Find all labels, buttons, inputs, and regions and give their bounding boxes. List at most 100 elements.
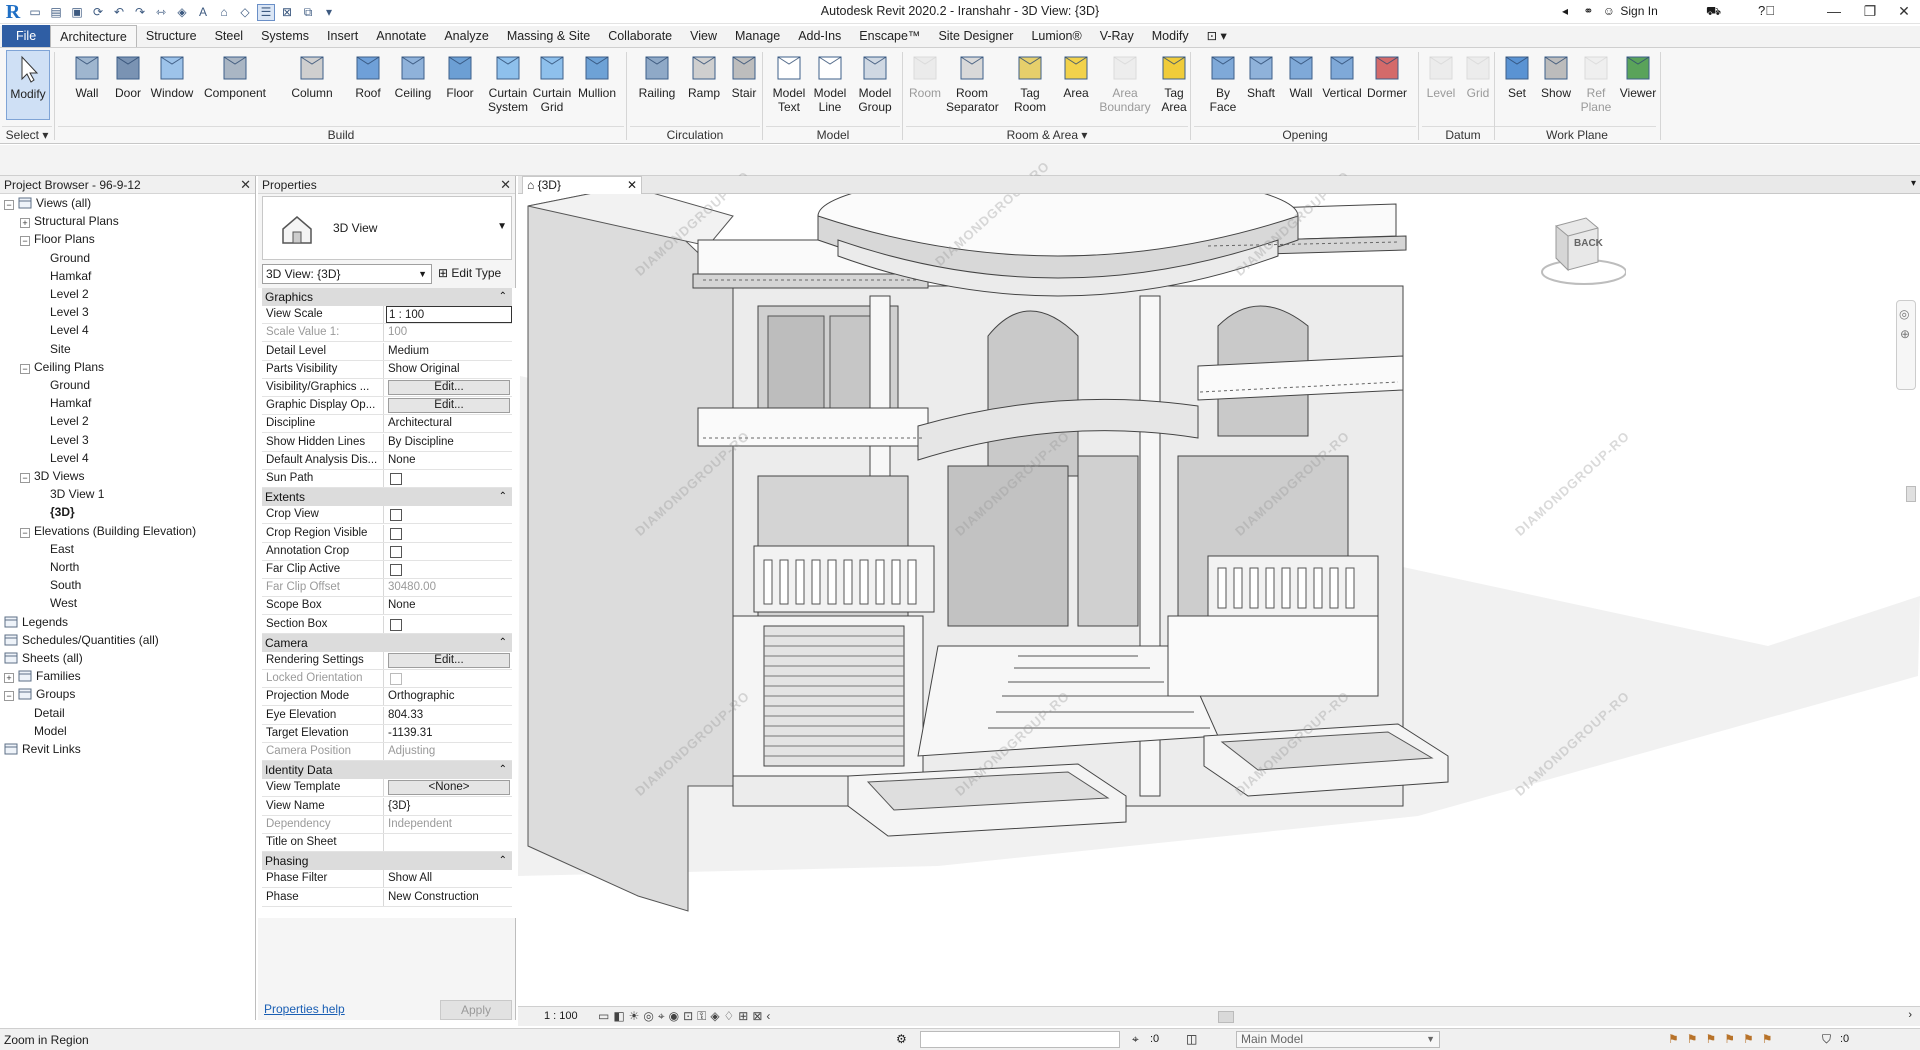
close-icon[interactable]: ✕ [500, 176, 511, 194]
browser-item[interactable]: West [36, 594, 77, 612]
collapse-icon[interactable]: ⌃ [499, 288, 507, 306]
vertical-tool[interactable]: Vertical [1322, 50, 1362, 124]
browser-item[interactable]: Model [20, 722, 67, 740]
sign-in-label[interactable]: Sign In [1620, 4, 1657, 18]
dormer-tool[interactable]: Dormer [1364, 50, 1410, 124]
property-value[interactable]: None [386, 452, 512, 469]
browser-item[interactable]: Detail [20, 704, 65, 722]
browser-item[interactable]: − Floor Plans [20, 230, 95, 248]
view-control-icons[interactable]: ▭◧☀◎⌖◉⊡⚿◈♢⊞⊠‹ [598, 1009, 774, 1024]
browser-item[interactable]: + Families [4, 667, 81, 685]
collapse-icon[interactable]: − [20, 527, 30, 538]
room-tool[interactable]: Room [906, 50, 944, 124]
user-icon[interactable]: ☺ [1603, 4, 1615, 18]
browser-item[interactable]: Level 2 [36, 285, 89, 303]
ref-plane-tool[interactable]: Ref Plane [1576, 50, 1616, 124]
wall-tool[interactable]: Wall [66, 50, 108, 124]
property-edit-button[interactable]: Edit... [388, 380, 510, 395]
workset-selector[interactable] [920, 1031, 1120, 1048]
tab-massing-site[interactable]: Massing & Site [498, 25, 599, 47]
tab-collaborate[interactable]: Collaborate [599, 25, 681, 47]
viewcube[interactable]: BACK [1536, 210, 1627, 290]
property-value[interactable]: None [386, 597, 512, 614]
tab-annotate[interactable]: Annotate [367, 25, 435, 47]
ramp-tool[interactable]: Ramp [684, 50, 724, 124]
browser-item[interactable]: Ground [36, 376, 90, 394]
collapse-icon[interactable]: ⌃ [499, 488, 507, 506]
browser-item[interactable]: − Views (all) [4, 194, 91, 212]
property-value[interactable]: By Discipline [386, 434, 512, 451]
browser-item[interactable]: Ground [36, 249, 90, 267]
expand-icon[interactable]: + [20, 218, 30, 229]
back-icon[interactable]: ◂ [1562, 4, 1568, 18]
steering-wheel-icon[interactable]: ◎ [1899, 307, 1913, 321]
browser-item[interactable]: 3D View 1 [36, 485, 104, 503]
tab-v-ray[interactable]: V-Ray [1091, 25, 1143, 47]
tab-lumion-[interactable]: Lumion® [1022, 25, 1090, 47]
tab-view[interactable]: View [681, 25, 726, 47]
browser-item[interactable]: Sheets (all) [4, 649, 83, 667]
property-checkbox[interactable] [390, 545, 402, 558]
tab-insert[interactable]: Insert [318, 25, 367, 47]
browser-item[interactable]: − Ceiling Plans [20, 358, 104, 376]
area-tool[interactable]: Area [1056, 50, 1096, 124]
property-value[interactable]: 804.33 [386, 707, 512, 724]
model-line-tool[interactable]: Model Line [810, 50, 850, 124]
browser-item[interactable]: Schedules/Quantities (all) [4, 631, 159, 649]
modify-tool[interactable]: Modify [6, 50, 50, 120]
property-edit-button[interactable]: Edit... [388, 398, 510, 414]
browser-item[interactable]: Legends [4, 613, 68, 631]
filter-icon[interactable]: ⛉ [1822, 1032, 1831, 1047]
browser-item[interactable]: + Structural Plans [20, 212, 119, 230]
property-checkbox[interactable] [390, 473, 402, 485]
ribbon-options-icon[interactable]: ⊡ ▾ [1198, 25, 1236, 47]
column-tool[interactable]: Column [286, 50, 338, 124]
horizontal-scrollbar-thumb[interactable] [1218, 1011, 1234, 1023]
shaft-tool[interactable]: Shaft [1242, 50, 1280, 124]
tab-steel[interactable]: Steel [206, 25, 253, 47]
tab-manage[interactable]: Manage [726, 25, 789, 47]
close-icon[interactable]: ✕ [240, 176, 251, 194]
collapse-icon[interactable]: ⌃ [499, 634, 507, 652]
property-value[interactable]: Show All [386, 870, 512, 887]
group-select[interactable]: Select ▾ [2, 126, 52, 142]
help-icon[interactable]: ?⃝ [1758, 3, 1775, 18]
property-edit-button[interactable]: Edit... [388, 653, 510, 668]
properties-section[interactable]: Camera ⌃ [262, 633, 512, 652]
tab-menu-icon[interactable]: ▾ [1911, 178, 1916, 189]
properties-help-link[interactable]: Properties help [264, 1002, 345, 1016]
property-value[interactable]: New Construction [386, 889, 512, 906]
browser-item[interactable]: North [36, 558, 79, 576]
browser-item[interactable]: Hamkaf [36, 267, 91, 285]
property-checkbox[interactable] [390, 527, 402, 540]
zoom-icon[interactable]: ⊕ [1900, 327, 1912, 341]
browser-item[interactable]: East [36, 540, 74, 558]
tag-area-tool[interactable]: Tag Area [1154, 50, 1194, 124]
ceiling-tool[interactable]: Ceiling [390, 50, 436, 124]
sign-in-area[interactable]: ◂ ⚭ ☺ Sign In [1562, 4, 1658, 18]
group-room-area[interactable]: Room & Area ▾ [906, 126, 1188, 142]
tab-modify[interactable]: Modify [1143, 25, 1198, 47]
property-value[interactable]: {3D} [386, 798, 512, 815]
vertical-scrollbar-thumb[interactable] [1906, 486, 1916, 502]
property-checkbox[interactable] [390, 564, 402, 576]
mullion-tool[interactable]: Mullion [574, 50, 620, 124]
collapse-icon[interactable]: ⌃ [499, 761, 507, 779]
collapse-icon[interactable]: − [20, 473, 30, 483]
property-value[interactable]: Architectural [386, 415, 512, 432]
area-boundary-tool[interactable]: Area Boundary [1098, 50, 1152, 124]
browser-item[interactable]: − Groups [4, 685, 75, 703]
tab-site-designer[interactable]: Site Designer [929, 25, 1022, 47]
browser-item[interactable]: − Elevations (Building Elevation) [20, 522, 196, 540]
grid-tool[interactable]: Grid [1462, 50, 1494, 124]
restore-button[interactable]: ❐ [1856, 2, 1884, 22]
properties-section[interactable]: Identity Data ⌃ [262, 761, 512, 780]
property-value[interactable]: Orthographic [386, 688, 512, 705]
curtain-system-tool[interactable]: Curtain System [486, 50, 530, 124]
property-edit-button[interactable]: <None> [388, 780, 510, 796]
design-option-selector[interactable]: Main Model ▼ [1236, 1031, 1440, 1048]
browser-item[interactable]: Site [36, 340, 71, 358]
collapse-icon[interactable]: ⌃ [499, 852, 507, 870]
properties-section[interactable]: Phasing ⌃ [262, 852, 512, 871]
level-tool[interactable]: Level [1422, 50, 1460, 124]
